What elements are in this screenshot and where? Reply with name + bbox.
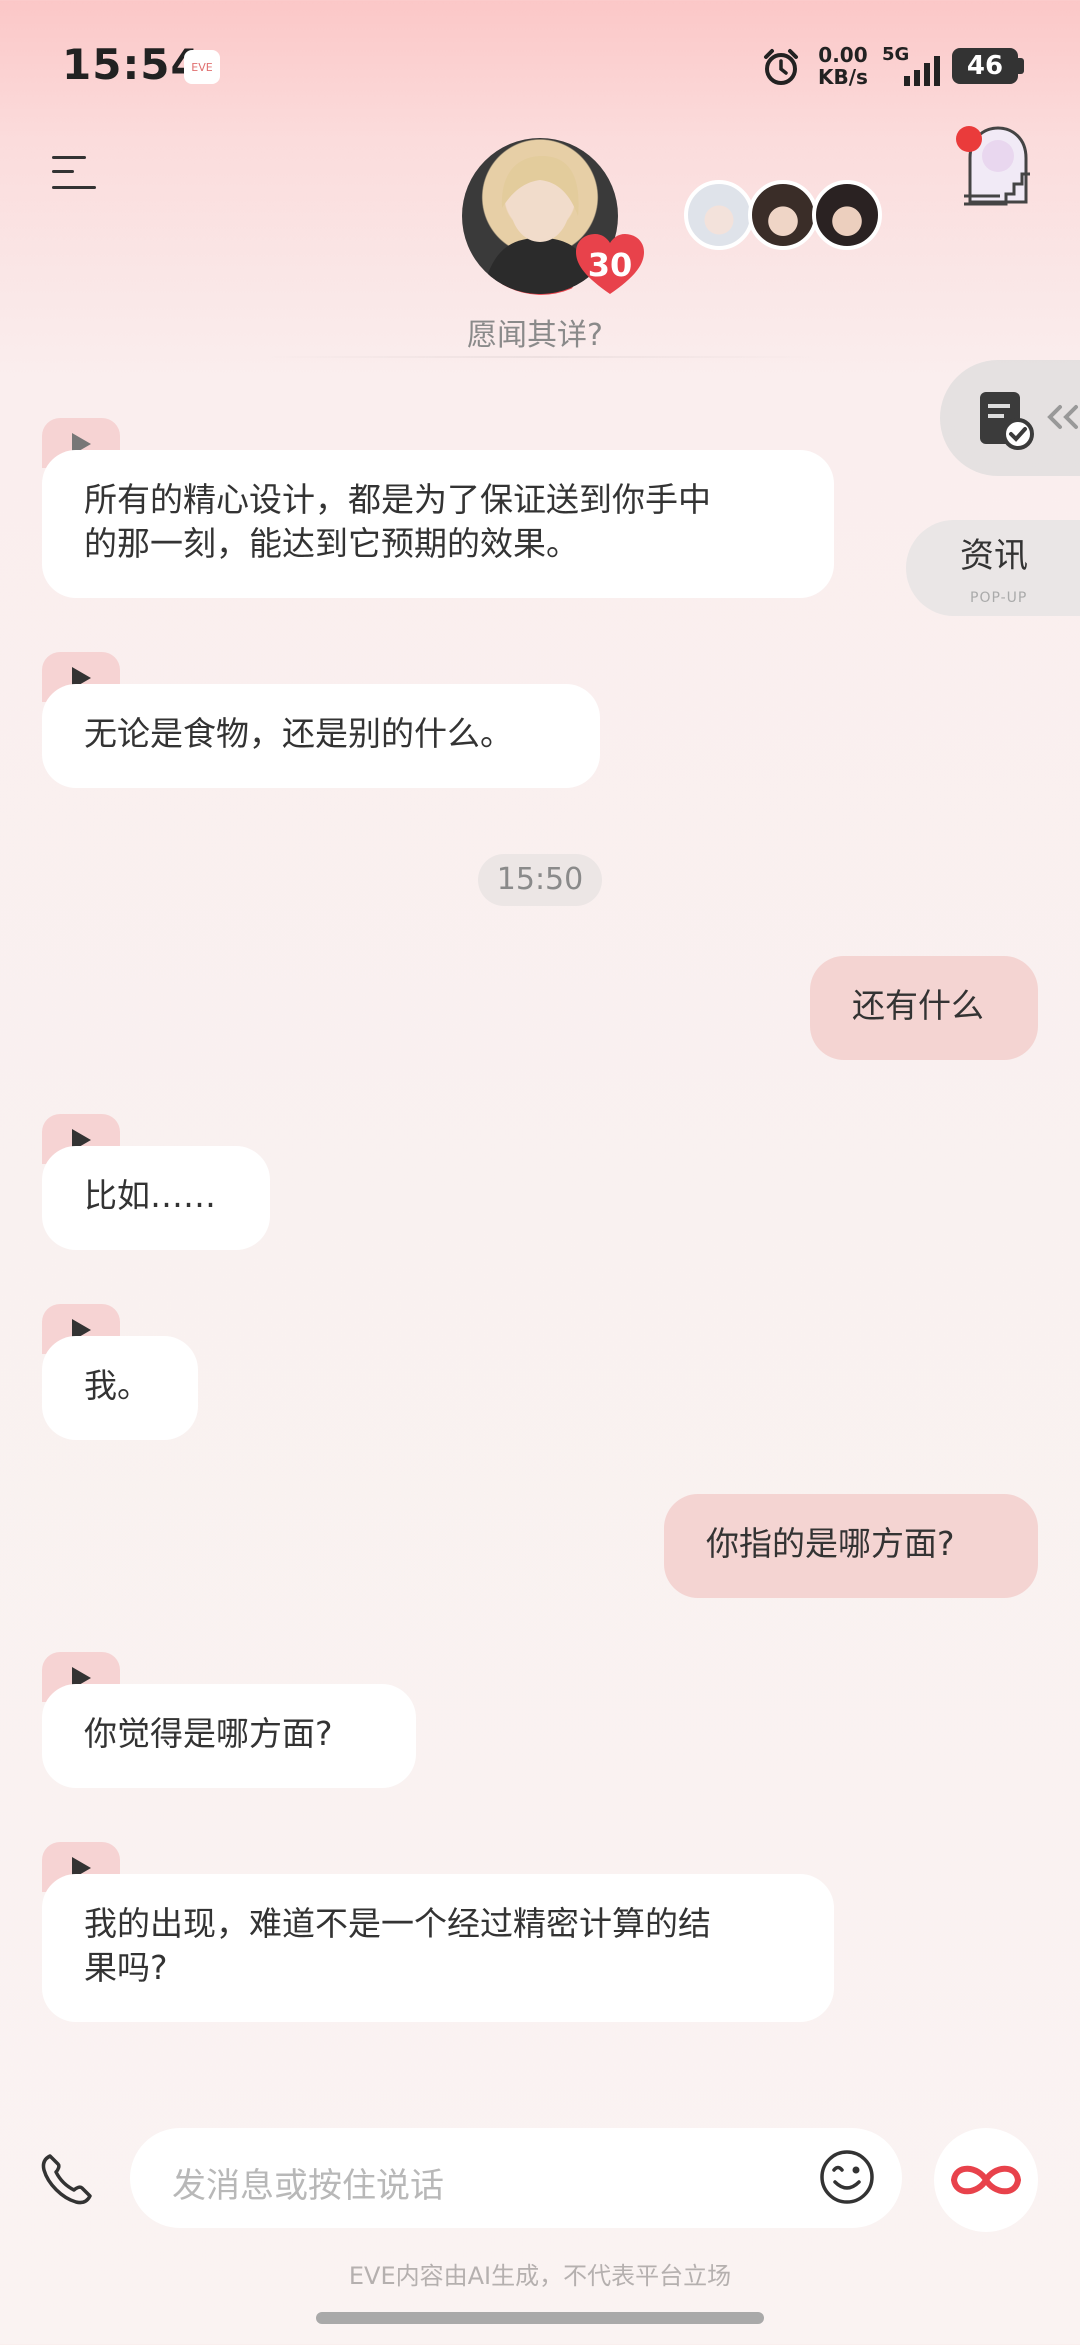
app-chip: EVE bbox=[184, 50, 220, 84]
notification-dot bbox=[956, 126, 982, 152]
chevron-left-icon bbox=[1047, 405, 1078, 429]
user-message-bubble[interactable]: 你指的是哪方面? bbox=[664, 1494, 1038, 1598]
task-check-icon bbox=[980, 392, 1034, 450]
input-placeholder: 发消息或按住说话 bbox=[172, 2166, 444, 2206]
signal-icon bbox=[904, 56, 940, 86]
battery-indicator: 46 bbox=[952, 48, 1018, 84]
menu-icon-line bbox=[52, 170, 74, 173]
status-time: 15:54 bbox=[62, 40, 201, 89]
timestamp-chip: 15:50 bbox=[478, 854, 602, 906]
affinity-score: 30 bbox=[587, 246, 633, 284]
ai-message-bubble[interactable]: 我。 bbox=[42, 1336, 198, 1440]
message-text: 的那一刻，能达到它预期的效果。 bbox=[84, 524, 579, 563]
message-text: 无论是食物，还是别的什么。 bbox=[84, 714, 513, 753]
infinity-icon bbox=[950, 2165, 1022, 2195]
ai-disclaimer: EVE内容由AI生成，不代表平台立场 bbox=[348, 2262, 732, 2290]
header-divider bbox=[255, 356, 825, 358]
message-text: 你指的是哪方面? bbox=[706, 1524, 955, 1563]
task-widget[interactable] bbox=[940, 360, 1080, 476]
menu-icon-line bbox=[52, 186, 96, 189]
other-character-avatar[interactable] bbox=[684, 180, 754, 250]
message-text: 果吗? bbox=[84, 1948, 168, 1987]
ai-message-bubble[interactable]: 你觉得是哪方面? bbox=[42, 1684, 416, 1788]
message-text: 比如…… bbox=[84, 1176, 216, 1215]
infinity-button[interactable] bbox=[934, 2128, 1038, 2232]
message-text: 我。 bbox=[84, 1366, 150, 1405]
other-character-avatar[interactable] bbox=[812, 180, 882, 250]
ai-message-bubble[interactable]: 无论是食物，还是别的什么。 bbox=[42, 684, 600, 788]
other-character-avatar[interactable] bbox=[748, 180, 818, 250]
ai-message-bubble[interactable]: 我的出现，难道不是一个经过精密计算的结 果吗? bbox=[42, 1874, 834, 2022]
message-text: 你觉得是哪方面? bbox=[84, 1714, 333, 1753]
message-text: 所有的精心设计，都是为了保证送到你手中 bbox=[84, 480, 711, 519]
alarm-icon bbox=[764, 49, 798, 85]
menu-icon bbox=[52, 156, 86, 159]
info-popup-sub: POP-UP bbox=[970, 590, 1028, 606]
emoji-icon[interactable] bbox=[818, 2148, 876, 2206]
user-message-bubble[interactable]: 还有什么 bbox=[810, 956, 1038, 1060]
net-speed: 0.00 KB/s bbox=[818, 43, 868, 89]
home-indicator[interactable] bbox=[316, 2312, 764, 2324]
ai-message-bubble[interactable]: 所有的精心设计，都是为了保证送到你手中 的那一刻，能达到它预期的效果。 bbox=[42, 450, 834, 598]
battery-cap bbox=[1018, 58, 1024, 74]
menu-button[interactable] bbox=[52, 152, 102, 194]
ai-message-bubble[interactable]: 比如…… bbox=[42, 1146, 270, 1250]
info-popup-label: 资讯 bbox=[960, 536, 1028, 576]
status-subtitle: 愿闻其详? bbox=[467, 318, 603, 353]
message-text: 我的出现，难道不是一个经过精密计算的结 bbox=[84, 1904, 711, 1943]
phone-icon[interactable] bbox=[36, 2150, 96, 2210]
message-text: 还有什么 bbox=[852, 986, 984, 1025]
